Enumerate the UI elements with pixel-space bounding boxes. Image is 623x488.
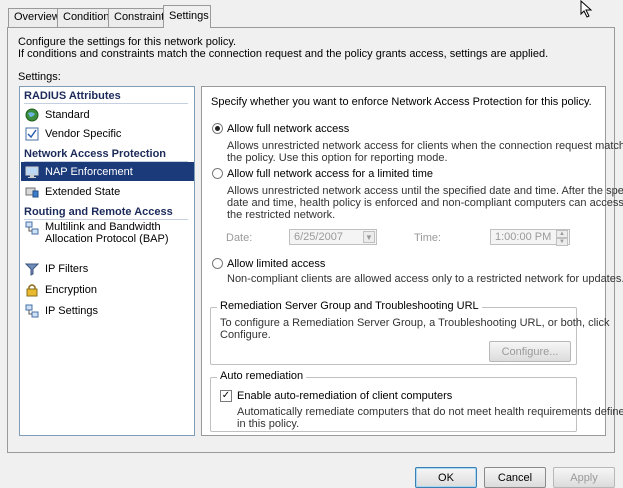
nav-item-ip-filters[interactable]: IP Filters — [25, 259, 193, 278]
date-picker[interactable]: 6/25/2007 ▼ — [289, 229, 377, 245]
radio-limited-access[interactable] — [212, 258, 223, 269]
nap-enforcement-pane: Specify whether you want to enforce Netw… — [201, 86, 623, 436]
checklist-icon — [25, 127, 39, 141]
limited-time-desc-3: the restricted network. — [227, 209, 336, 221]
nav-item-label: Encryption — [45, 283, 97, 296]
remediation-desc-2: Configure. — [220, 329, 271, 341]
nav-item-ip-settings[interactable]: IP Settings — [25, 301, 193, 320]
section-network-access-protection: Network Access Protection — [24, 148, 189, 162]
network-icon — [25, 221, 39, 235]
radio-limited-time-label: Allow full network access for a limited … — [227, 168, 434, 180]
limited-access-desc: Non-compliant clients are allowed access… — [227, 273, 623, 285]
remediation-desc-1: To configure a Remediation Server Group,… — [220, 317, 610, 329]
nav-item-encryption[interactable]: Encryption — [25, 280, 193, 299]
time-value: 1:00:00 PM — [495, 231, 552, 243]
apply-button[interactable]: Apply — [553, 467, 615, 488]
nav-item-nap-enforcement[interactable]: NAP Enforcement — [21, 162, 194, 181]
auto-remediation-label: Enable auto-remediation of client comput… — [237, 390, 453, 402]
spinner-icon[interactable]: ▲ ▼ — [556, 230, 568, 246]
mouse-cursor-icon — [580, 0, 593, 18]
settings-label: Settings: — [18, 71, 61, 83]
nav-item-label: IP Filters — [45, 262, 89, 275]
date-label: Date: — [226, 232, 253, 244]
full-access-desc-1: Allows unrestricted network access for c… — [227, 140, 623, 152]
nav-item-vendor-specific[interactable]: Vendor Specific — [25, 124, 193, 143]
limited-time-desc-1: Allows unrestricted network access until… — [227, 185, 623, 197]
nav-item-label: Standard — [45, 108, 90, 121]
limited-time-desc-2: date and time, health policy is enforced… — [227, 197, 623, 209]
auto-remediation-title: Auto remediation — [217, 370, 307, 382]
nav-item-label: NAP Enforcement — [45, 165, 133, 178]
auto-remediation-desc-2: in this policy. — [237, 418, 300, 430]
lock-icon — [25, 283, 39, 297]
full-access-desc-2: the policy. Use this option for reportin… — [227, 152, 448, 164]
remediation-group-title: Remediation Server Group and Troubleshoo… — [217, 300, 482, 312]
flag-icon — [25, 185, 39, 199]
date-value: 6/25/2007 — [294, 231, 343, 243]
section-radius-attributes: RADIUS Attributes — [24, 90, 188, 104]
chevron-down-icon[interactable]: ▼ — [363, 231, 375, 243]
radio-limited-access-label: Allow limited access — [227, 258, 326, 270]
globe-icon — [25, 108, 39, 122]
nav-item-extended-state[interactable]: Extended State — [25, 182, 193, 201]
time-picker[interactable]: 1:00:00 PM ▲ ▼ — [490, 229, 570, 246]
filter-icon — [25, 262, 39, 276]
nav-item-standard[interactable]: Standard — [25, 105, 193, 124]
configure-button[interactable]: Configure... — [489, 341, 571, 362]
intro-line-2: If conditions and constraints match the … — [18, 48, 549, 60]
auto-remediation-desc-1: Automatically remediate computers that d… — [237, 406, 623, 418]
pane-heading: Specify whether you want to enforce Netw… — [211, 96, 592, 108]
nav-item-label: Vendor Specific — [45, 127, 122, 140]
network-icon — [25, 304, 39, 318]
nav-item-label: IP Settings — [45, 304, 98, 317]
radio-full-access[interactable] — [212, 123, 223, 134]
settings-tree[interactable]: RADIUS Attributes Standard Vendor Specif… — [19, 86, 195, 436]
radio-limited-time[interactable] — [212, 168, 223, 179]
nav-item-multilink-bap[interactable]: Multilink and Bandwidth Allocation Proto… — [25, 221, 191, 251]
remediation-group: Remediation Server Group and Troubleshoo… — [210, 300, 609, 365]
monitor-icon — [25, 165, 39, 179]
ok-button[interactable]: OK — [415, 467, 477, 488]
intro-line-1: Configure the settings for this network … — [18, 36, 237, 48]
auto-remediation-group: Auto remediation ✓ Enable auto-remediati… — [210, 370, 623, 432]
time-label: Time: — [414, 232, 442, 244]
nav-item-label: Multilink and Bandwidth Allocation Proto… — [45, 221, 169, 245]
radio-full-access-label: Allow full network access — [227, 123, 350, 135]
auto-remediation-checkbox[interactable]: ✓ — [220, 390, 232, 402]
section-routing-remote-access: Routing and Remote Access — [24, 206, 188, 220]
nav-item-label: Extended State — [45, 185, 121, 198]
cancel-button[interactable]: Cancel — [484, 467, 546, 488]
